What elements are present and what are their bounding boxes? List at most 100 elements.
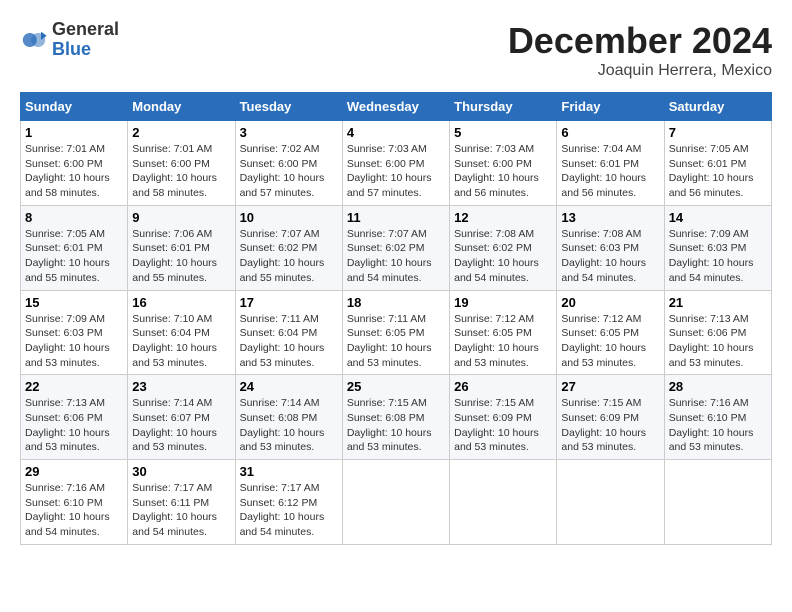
calendar-cell: 21 Sunrise: 7:13 AMSunset: 6:06 PMDaylig…	[664, 290, 771, 375]
calendar-cell: 7 Sunrise: 7:05 AMSunset: 6:01 PMDayligh…	[664, 121, 771, 206]
day-detail: Sunrise: 7:12 AMSunset: 6:05 PMDaylight:…	[561, 313, 646, 369]
week-row-3: 15 Sunrise: 7:09 AMSunset: 6:03 PMDaylig…	[21, 290, 772, 375]
day-number: 3	[240, 125, 338, 140]
calendar-cell: 6 Sunrise: 7:04 AMSunset: 6:01 PMDayligh…	[557, 121, 664, 206]
day-number: 2	[132, 125, 230, 140]
column-header-tuesday: Tuesday	[235, 93, 342, 121]
day-number: 25	[347, 379, 445, 394]
week-row-2: 8 Sunrise: 7:05 AMSunset: 6:01 PMDayligh…	[21, 205, 772, 290]
day-detail: Sunrise: 7:14 AMSunset: 6:07 PMDaylight:…	[132, 397, 217, 453]
calendar-cell: 13 Sunrise: 7:08 AMSunset: 6:03 PMDaylig…	[557, 205, 664, 290]
logo-general: General	[52, 19, 119, 39]
calendar-cell: 10 Sunrise: 7:07 AMSunset: 6:02 PMDaylig…	[235, 205, 342, 290]
day-number: 22	[25, 379, 123, 394]
calendar-cell: 25 Sunrise: 7:15 AMSunset: 6:08 PMDaylig…	[342, 375, 449, 460]
day-number: 13	[561, 210, 659, 225]
column-header-friday: Friday	[557, 93, 664, 121]
day-detail: Sunrise: 7:01 AMSunset: 6:00 PMDaylight:…	[25, 143, 110, 199]
day-number: 6	[561, 125, 659, 140]
day-detail: Sunrise: 7:14 AMSunset: 6:08 PMDaylight:…	[240, 397, 325, 453]
day-number: 23	[132, 379, 230, 394]
calendar-cell: 8 Sunrise: 7:05 AMSunset: 6:01 PMDayligh…	[21, 205, 128, 290]
calendar-cell: 20 Sunrise: 7:12 AMSunset: 6:05 PMDaylig…	[557, 290, 664, 375]
logo-blue: Blue	[52, 39, 91, 59]
calendar-cell: 5 Sunrise: 7:03 AMSunset: 6:00 PMDayligh…	[450, 121, 557, 206]
calendar-cell: 18 Sunrise: 7:11 AMSunset: 6:05 PMDaylig…	[342, 290, 449, 375]
day-detail: Sunrise: 7:07 AMSunset: 6:02 PMDaylight:…	[347, 228, 432, 284]
day-detail: Sunrise: 7:09 AMSunset: 6:03 PMDaylight:…	[25, 313, 110, 369]
day-detail: Sunrise: 7:16 AMSunset: 6:10 PMDaylight:…	[669, 397, 754, 453]
day-detail: Sunrise: 7:08 AMSunset: 6:03 PMDaylight:…	[561, 228, 646, 284]
day-number: 21	[669, 295, 767, 310]
day-detail: Sunrise: 7:06 AMSunset: 6:01 PMDaylight:…	[132, 228, 217, 284]
day-number: 1	[25, 125, 123, 140]
day-number: 4	[347, 125, 445, 140]
day-detail: Sunrise: 7:09 AMSunset: 6:03 PMDaylight:…	[669, 228, 754, 284]
calendar-cell: 4 Sunrise: 7:03 AMSunset: 6:00 PMDayligh…	[342, 121, 449, 206]
calendar-cell: 22 Sunrise: 7:13 AMSunset: 6:06 PMDaylig…	[21, 375, 128, 460]
day-detail: Sunrise: 7:15 AMSunset: 6:08 PMDaylight:…	[347, 397, 432, 453]
calendar-cell: 31 Sunrise: 7:17 AMSunset: 6:12 PMDaylig…	[235, 460, 342, 545]
calendar-cell: 23 Sunrise: 7:14 AMSunset: 6:07 PMDaylig…	[128, 375, 235, 460]
calendar-cell	[557, 460, 664, 545]
day-number: 7	[669, 125, 767, 140]
day-detail: Sunrise: 7:11 AMSunset: 6:04 PMDaylight:…	[240, 313, 325, 369]
day-detail: Sunrise: 7:17 AMSunset: 6:11 PMDaylight:…	[132, 482, 217, 538]
day-detail: Sunrise: 7:08 AMSunset: 6:02 PMDaylight:…	[454, 228, 539, 284]
calendar-cell: 11 Sunrise: 7:07 AMSunset: 6:02 PMDaylig…	[342, 205, 449, 290]
day-number: 8	[25, 210, 123, 225]
logo-icon	[20, 26, 48, 54]
day-number: 27	[561, 379, 659, 394]
day-number: 11	[347, 210, 445, 225]
calendar-cell: 2 Sunrise: 7:01 AMSunset: 6:00 PMDayligh…	[128, 121, 235, 206]
week-row-5: 29 Sunrise: 7:16 AMSunset: 6:10 PMDaylig…	[21, 460, 772, 545]
week-row-1: 1 Sunrise: 7:01 AMSunset: 6:00 PMDayligh…	[21, 121, 772, 206]
day-detail: Sunrise: 7:12 AMSunset: 6:05 PMDaylight:…	[454, 313, 539, 369]
day-number: 31	[240, 464, 338, 479]
calendar-title: December 2024	[508, 20, 772, 62]
calendar-cell: 15 Sunrise: 7:09 AMSunset: 6:03 PMDaylig…	[21, 290, 128, 375]
day-detail: Sunrise: 7:05 AMSunset: 6:01 PMDaylight:…	[669, 143, 754, 199]
calendar-cell: 26 Sunrise: 7:15 AMSunset: 6:09 PMDaylig…	[450, 375, 557, 460]
day-number: 17	[240, 295, 338, 310]
header: General Blue December 2024 Joaquin Herre…	[20, 20, 772, 80]
calendar-cell: 14 Sunrise: 7:09 AMSunset: 6:03 PMDaylig…	[664, 205, 771, 290]
day-number: 12	[454, 210, 552, 225]
day-detail: Sunrise: 7:01 AMSunset: 6:00 PMDaylight:…	[132, 143, 217, 199]
calendar-cell: 3 Sunrise: 7:02 AMSunset: 6:00 PMDayligh…	[235, 121, 342, 206]
day-number: 24	[240, 379, 338, 394]
day-detail: Sunrise: 7:10 AMSunset: 6:04 PMDaylight:…	[132, 313, 217, 369]
calendar-cell: 12 Sunrise: 7:08 AMSunset: 6:02 PMDaylig…	[450, 205, 557, 290]
day-detail: Sunrise: 7:03 AMSunset: 6:00 PMDaylight:…	[347, 143, 432, 199]
day-number: 18	[347, 295, 445, 310]
calendar-cell: 30 Sunrise: 7:17 AMSunset: 6:11 PMDaylig…	[128, 460, 235, 545]
logo-text: General Blue	[52, 20, 119, 60]
logo: General Blue	[20, 20, 119, 60]
calendar-cell: 1 Sunrise: 7:01 AMSunset: 6:00 PMDayligh…	[21, 121, 128, 206]
column-header-saturday: Saturday	[664, 93, 771, 121]
calendar-subtitle: Joaquin Herrera, Mexico	[508, 62, 772, 80]
day-number: 10	[240, 210, 338, 225]
calendar-cell: 27 Sunrise: 7:15 AMSunset: 6:09 PMDaylig…	[557, 375, 664, 460]
day-detail: Sunrise: 7:16 AMSunset: 6:10 PMDaylight:…	[25, 482, 110, 538]
day-detail: Sunrise: 7:05 AMSunset: 6:01 PMDaylight:…	[25, 228, 110, 284]
calendar-cell: 29 Sunrise: 7:16 AMSunset: 6:10 PMDaylig…	[21, 460, 128, 545]
column-header-sunday: Sunday	[21, 93, 128, 121]
calendar-cell: 16 Sunrise: 7:10 AMSunset: 6:04 PMDaylig…	[128, 290, 235, 375]
day-number: 19	[454, 295, 552, 310]
day-number: 30	[132, 464, 230, 479]
day-detail: Sunrise: 7:13 AMSunset: 6:06 PMDaylight:…	[669, 313, 754, 369]
day-detail: Sunrise: 7:13 AMSunset: 6:06 PMDaylight:…	[25, 397, 110, 453]
day-detail: Sunrise: 7:17 AMSunset: 6:12 PMDaylight:…	[240, 482, 325, 538]
calendar-cell: 9 Sunrise: 7:06 AMSunset: 6:01 PMDayligh…	[128, 205, 235, 290]
calendar-cell: 17 Sunrise: 7:11 AMSunset: 6:04 PMDaylig…	[235, 290, 342, 375]
day-detail: Sunrise: 7:02 AMSunset: 6:00 PMDaylight:…	[240, 143, 325, 199]
day-number: 9	[132, 210, 230, 225]
day-detail: Sunrise: 7:15 AMSunset: 6:09 PMDaylight:…	[454, 397, 539, 453]
day-number: 20	[561, 295, 659, 310]
calendar-cell: 28 Sunrise: 7:16 AMSunset: 6:10 PMDaylig…	[664, 375, 771, 460]
day-detail: Sunrise: 7:07 AMSunset: 6:02 PMDaylight:…	[240, 228, 325, 284]
calendar-cell	[664, 460, 771, 545]
calendar-table: SundayMondayTuesdayWednesdayThursdayFrid…	[20, 92, 772, 545]
week-row-4: 22 Sunrise: 7:13 AMSunset: 6:06 PMDaylig…	[21, 375, 772, 460]
